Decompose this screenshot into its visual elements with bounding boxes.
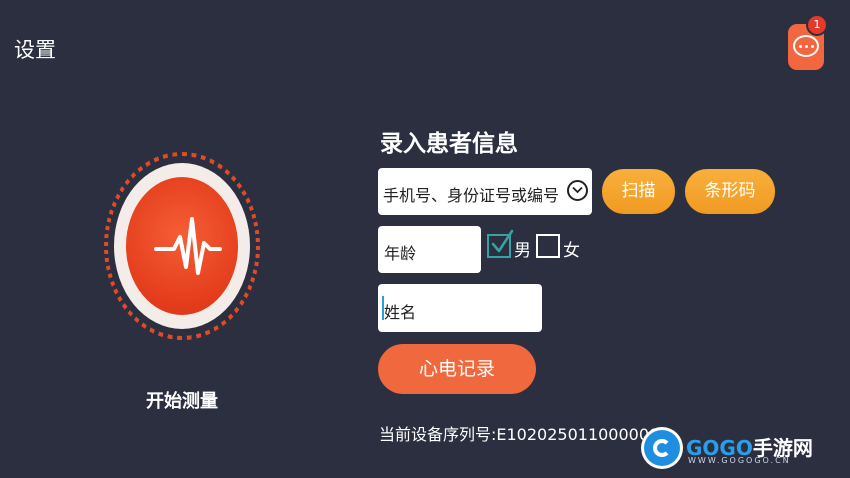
settings-link[interactable]: 设置 [14,34,56,64]
ecg-record-button[interactable]: 心电记录 [378,344,536,394]
chevron-down-icon[interactable] [567,180,588,201]
name-placeholder: 姓名 [384,303,417,322]
patient-id-input[interactable]: 手机号、身份证号或编号 [378,168,592,215]
name-input[interactable]: 姓名 [378,284,542,332]
age-placeholder: 年龄 [384,244,417,263]
scan-button[interactable]: 扫描 [602,169,675,214]
start-measure-label: 开始测量 [146,391,218,412]
form-title: 录入患者信息 [380,131,518,157]
age-input[interactable]: 年龄 [378,226,481,273]
message-button[interactable]: 1 [788,16,826,70]
barcode-button[interactable]: 条形码 [685,169,775,214]
measure-button-core [126,177,238,315]
message-badge: 1 [808,16,826,34]
female-checkbox[interactable] [536,234,560,258]
checkmark-icon [491,229,514,253]
female-label: 女 [563,241,580,261]
heartbeat-pulse-icon [154,217,222,275]
patient-id-placeholder: 手机号、身份证号或编号 [383,186,560,205]
device-serial-number: 当前设备序列号:E102025011000000 [379,425,660,444]
start-measure-button[interactable] [114,163,250,329]
male-label: 男 [514,241,531,261]
male-checkbox[interactable] [487,229,514,258]
watermark-url: WWW.GOGOGO.CN [688,456,791,465]
watermark-logo-icon [644,430,680,466]
chat-bubble-icon [793,35,819,57]
